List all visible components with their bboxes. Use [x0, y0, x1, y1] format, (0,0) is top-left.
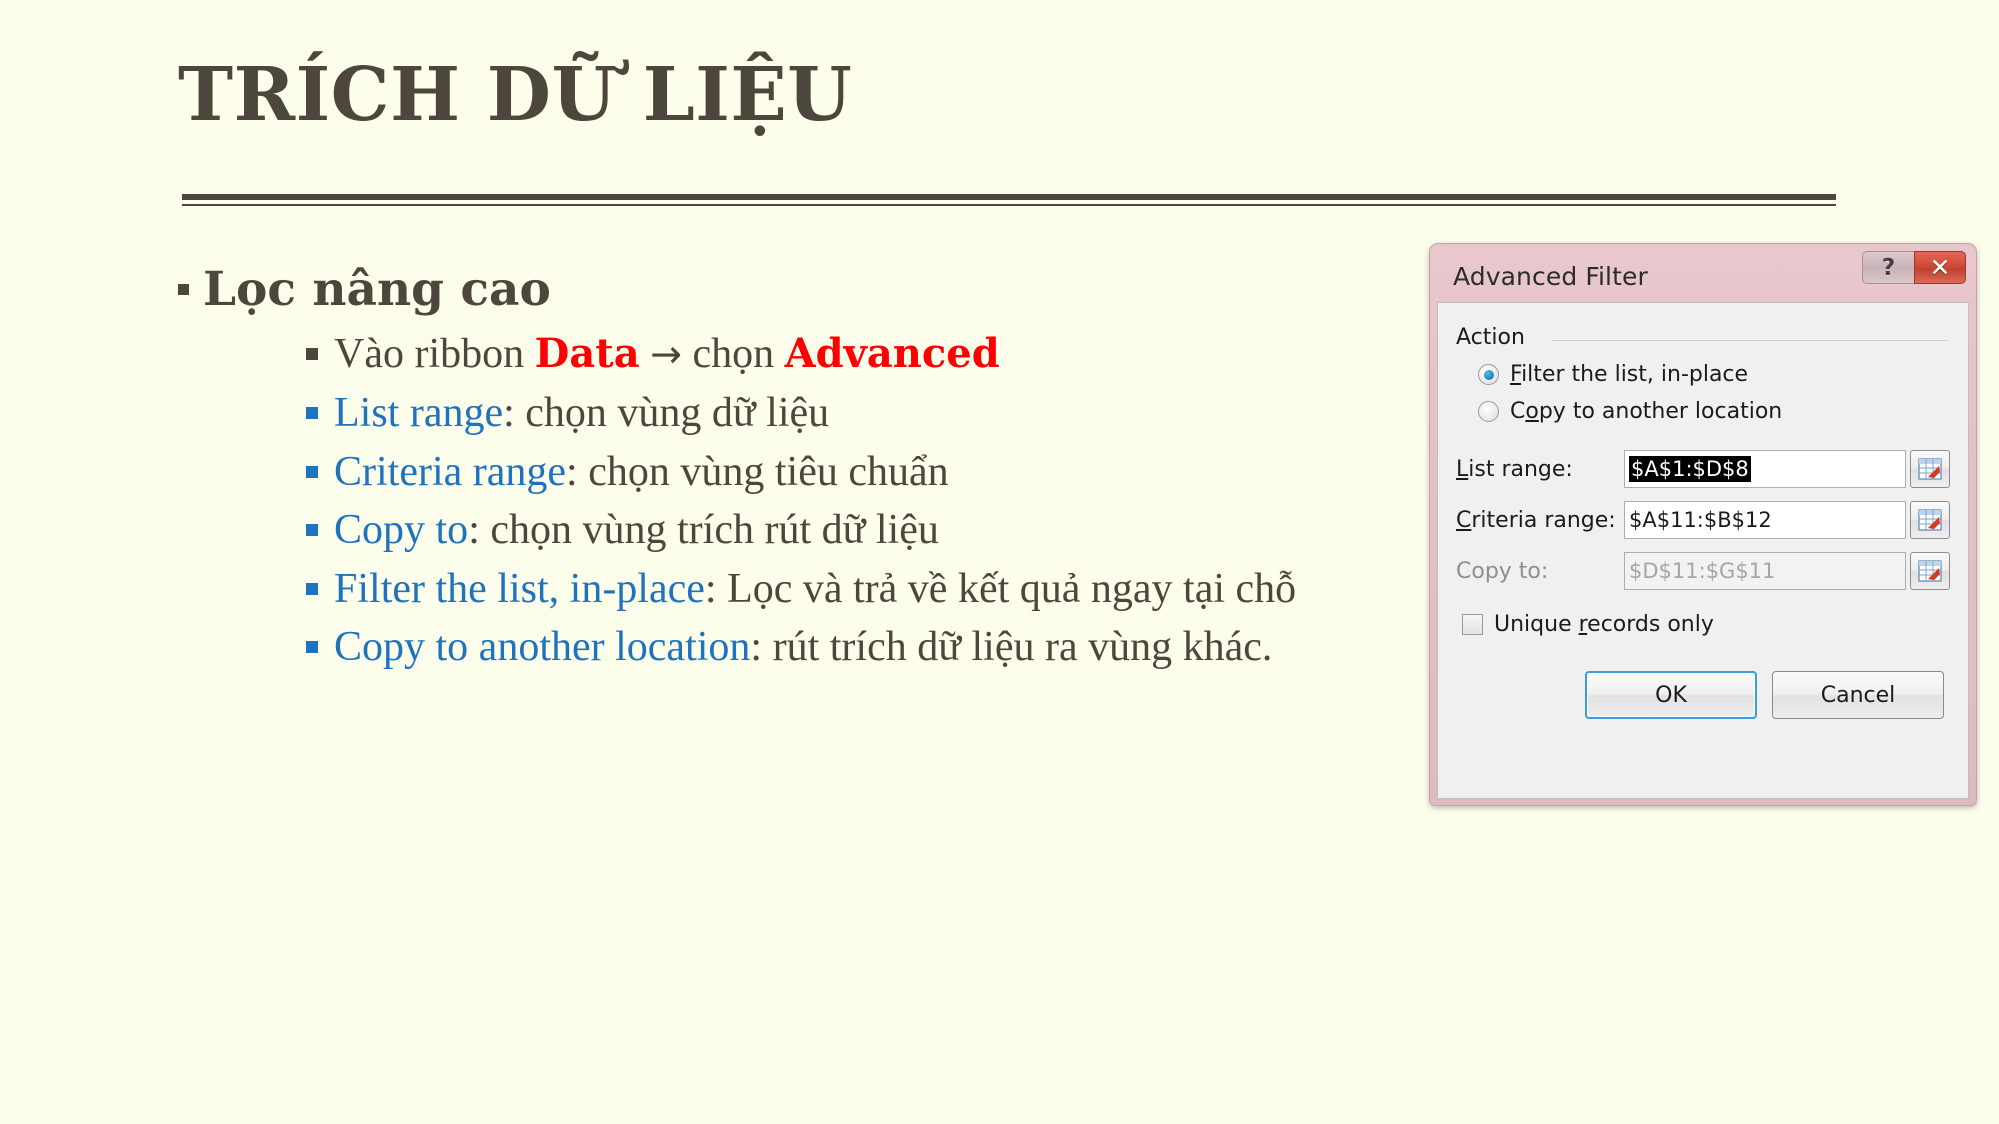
list-item: Criteria range: chọn vùng tiêu chuẩn — [306, 445, 1308, 500]
bullet-square-icon — [306, 348, 318, 361]
criteria-range-value: $A$11:$B$12 — [1629, 508, 1772, 532]
radio-copy-to-another-location[interactable]: Copy to another location — [1478, 399, 1950, 424]
bullet-level1: Lọc nâng cao — [178, 262, 1308, 317]
sub-bullet-text-ribbon: Vào ribbon Data → chọn Advanced — [334, 327, 1308, 382]
ok-button[interactable]: OK — [1585, 671, 1757, 719]
action-group: Action Filter the list, in-place Copy to… — [1456, 325, 1950, 424]
keyword-list-range: List range — [334, 390, 504, 437]
dialog-button-row: OK Cancel — [1456, 671, 1950, 719]
range-picker-icon[interactable] — [1910, 450, 1950, 488]
slide-canvas: TRÍCH DỮ LIỆU Lọc nâng cao Vào ribbon Da… — [0, 0, 1999, 1124]
advanced-filter-dialog: Advanced Filter ? ✕ Action Filter the li… — [1429, 243, 1977, 806]
bullet-square-icon — [306, 524, 318, 537]
keyword-filter-in-place: Filter the list, in-place — [334, 565, 705, 612]
keyword-copy-to: Copy to — [334, 507, 469, 554]
text-segment: : Lọc và trả về kết quả ngay tại chỗ — [704, 565, 1297, 612]
text-segment: : rút trích dữ liệu ra vùng khác. — [750, 624, 1273, 671]
radio-copy-to-another-location-label: Copy to another location — [1510, 399, 1783, 424]
text-space — [640, 331, 651, 377]
title-underline-rules — [182, 194, 1836, 206]
text-segment: chọn — [681, 331, 785, 378]
list-item: Filter the list, in-place: Lọc và trả về… — [306, 562, 1308, 617]
field-row-list-range: List range: $A$1:$D$8 — [1456, 450, 1950, 488]
title-rule-thin — [182, 204, 1836, 206]
radio-filter-in-place[interactable]: Filter the list, in-place — [1478, 362, 1950, 387]
keyword-copy-to-another-location: Copy to another location — [334, 624, 751, 671]
sub-bullet-text-list-range: List range: chọn vùng dữ liệu — [334, 386, 1308, 441]
copy-to-label: Copy to: — [1456, 558, 1549, 584]
bullet-square-icon — [306, 407, 318, 420]
close-icon[interactable]: ✕ — [1914, 251, 1966, 284]
list-item: Copy to: chọn vùng trích rút dữ liệu — [306, 503, 1308, 558]
sub-bullet-text-copy-another-location: Copy to another location: rút trích dữ l… — [334, 620, 1308, 675]
criteria-range-label: Criteria range: — [1456, 507, 1616, 533]
sub-bullet-text-filter-in-place: Filter the list, in-place: Lọc và trả về… — [334, 562, 1308, 617]
range-picker-icon[interactable] — [1910, 501, 1950, 539]
text-segment: : chọn vùng dữ liệu — [503, 390, 830, 437]
radio-filter-in-place-label: Filter the list, in-place — [1510, 362, 1749, 387]
checkbox-icon[interactable] — [1462, 614, 1483, 635]
list-range-value: $A$1:$D$8 — [1629, 456, 1751, 482]
copy-to-input[interactable]: $D$11:$G$11 — [1624, 552, 1906, 590]
bullet-square-icon — [178, 284, 189, 295]
text-segment: : chọn vùng trích rút dữ liệu — [468, 507, 939, 554]
sub-bullet-list: Vào ribbon Data → chọn Advanced List ran… — [306, 327, 1308, 675]
keyword-criteria-range: Criteria range — [334, 448, 567, 495]
bullet-square-icon — [306, 641, 318, 654]
field-row-copy-to: Copy to: $D$11:$G$11 — [1456, 552, 1950, 590]
range-picker-icon[interactable] — [1910, 552, 1950, 590]
page-title: TRÍCH DỮ LIỆU — [178, 52, 853, 138]
copy-to-value: $D$11:$G$11 — [1629, 559, 1776, 583]
range-fields: List range: $A$1:$D$8 Criteria range: $A… — [1456, 450, 1950, 590]
dialog-body: Action Filter the list, in-place Copy to… — [1437, 302, 1969, 799]
keyword-advanced: Advanced — [784, 330, 1000, 378]
sub-bullet-text-copy-to: Copy to: chọn vùng trích rút dữ liệu — [334, 503, 1308, 558]
dialog-title: Advanced Filter — [1453, 261, 1648, 291]
keyword-data: Data — [534, 330, 640, 378]
list-range-input[interactable]: $A$1:$D$8 — [1624, 450, 1906, 488]
body-content: Lọc nâng cao Vào ribbon Data → chọn Adva… — [178, 262, 1308, 679]
bullet-square-icon — [306, 582, 318, 595]
criteria-range-input[interactable]: $A$11:$B$12 — [1624, 501, 1906, 539]
text-segment: Vào ribbon — [334, 331, 535, 378]
radio-button-icon[interactable] — [1478, 401, 1499, 422]
title-block: TRÍCH DỮ LIỆU — [178, 52, 1838, 138]
bullet-level1-label: Lọc nâng cao — [203, 262, 551, 317]
list-item: Copy to another location: rút trích dữ l… — [306, 620, 1308, 675]
radio-button-icon[interactable] — [1478, 364, 1499, 385]
list-range-label: List range: — [1456, 456, 1573, 482]
dialog-titlebar: Advanced Filter ? ✕ — [1437, 250, 1969, 302]
group-divider — [1552, 340, 1948, 341]
cancel-button[interactable]: Cancel — [1772, 671, 1944, 719]
field-row-criteria-range: Criteria range: $A$11:$B$12 — [1456, 501, 1950, 539]
unique-records-only-label: Unique records only — [1494, 612, 1714, 637]
help-icon[interactable]: ? — [1862, 251, 1914, 284]
bullet-square-icon — [306, 465, 318, 478]
unique-records-only-row[interactable]: Unique records only — [1462, 612, 1950, 637]
list-item: Vào ribbon Data → chọn Advanced — [306, 327, 1308, 382]
sub-bullet-text-criteria-range: Criteria range: chọn vùng tiêu chuẩn — [334, 445, 1308, 500]
arrow-icon: → — [650, 332, 682, 377]
titlebar-buttons: ? ✕ — [1862, 251, 1966, 284]
text-segment: : chọn vùng tiêu chuẩn — [566, 448, 949, 495]
list-item: List range: chọn vùng dữ liệu — [306, 386, 1308, 441]
action-group-label: Action — [1456, 325, 1535, 350]
